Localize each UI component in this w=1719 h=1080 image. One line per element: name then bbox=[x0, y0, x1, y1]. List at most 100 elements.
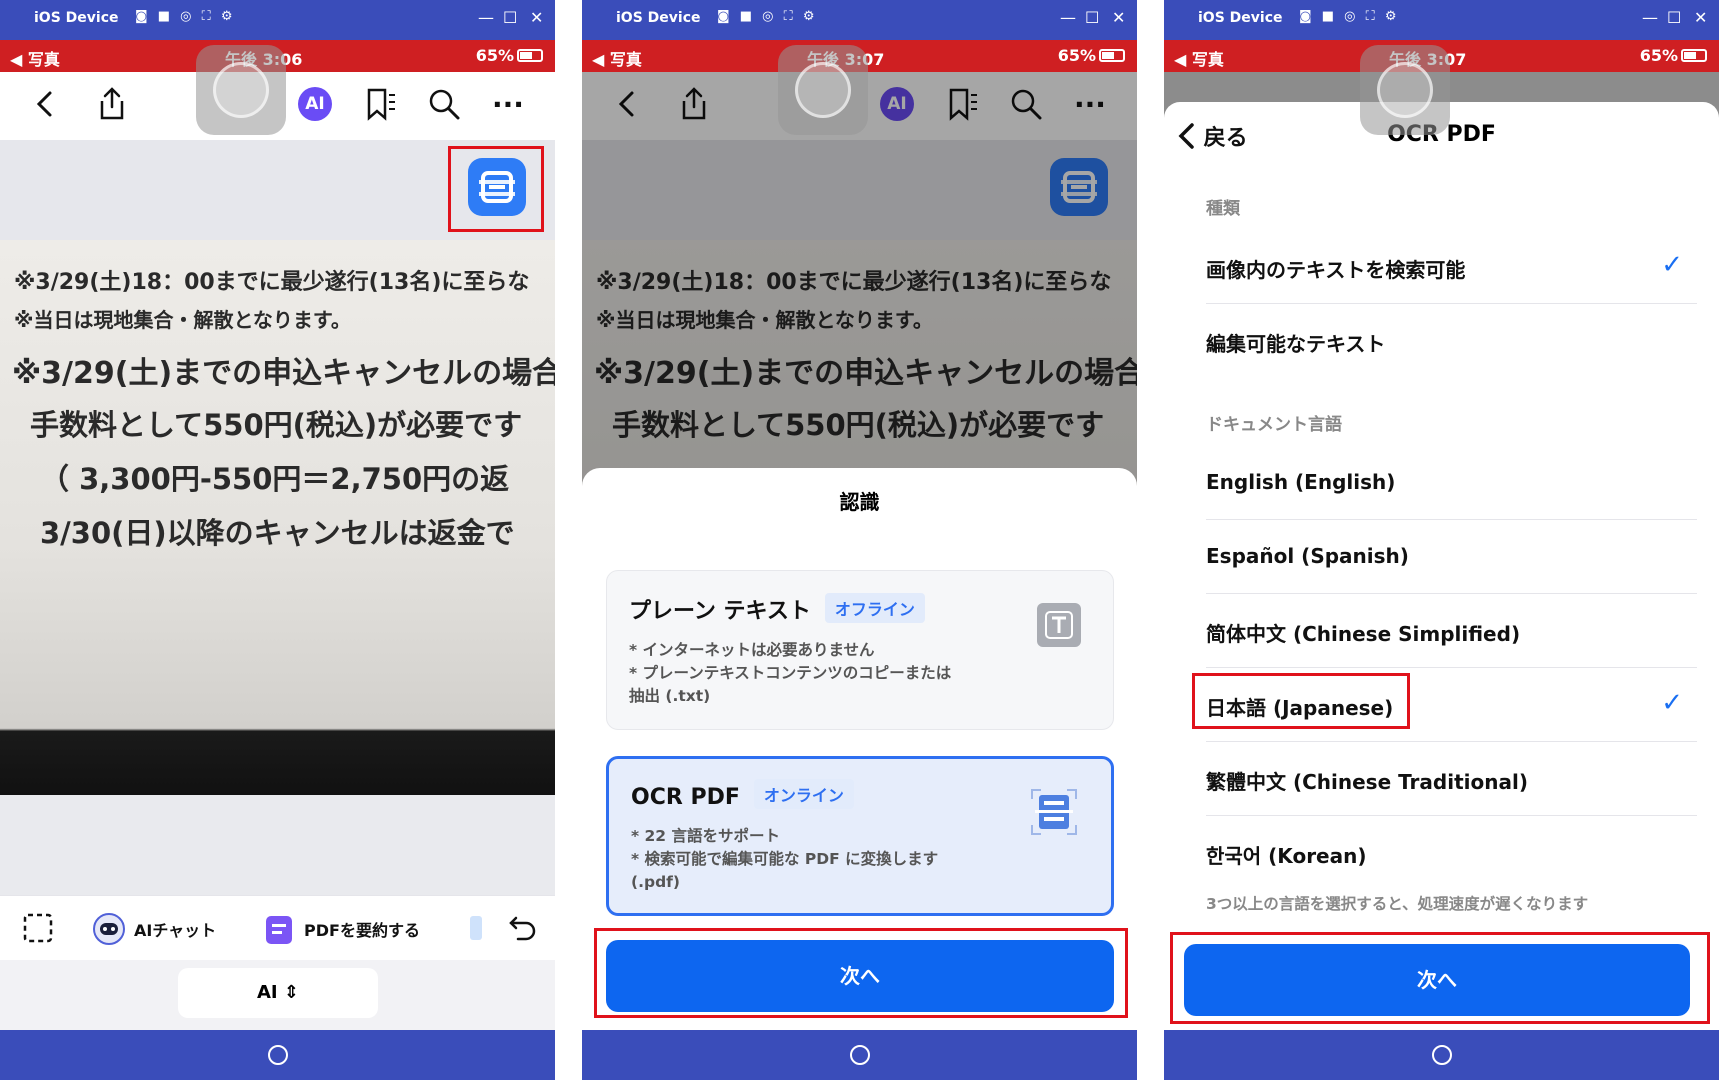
battery-icon bbox=[1099, 49, 1125, 62]
bottom-tools-bar: AIチャット PDFを要約する bbox=[0, 895, 555, 960]
home-button-icon[interactable] bbox=[1431, 1045, 1452, 1065]
ai-mode-switch[interactable]: AI ⇕ bbox=[178, 968, 378, 1018]
battery-indicator: 65% bbox=[476, 46, 543, 65]
type-option-searchable[interactable]: 画像内のテキストを検索可能 ✓ bbox=[1206, 230, 1697, 304]
type-option-label: 編集可能なテキスト bbox=[1206, 332, 1386, 356]
phone-panel-recognition-sheet: iOS Device ◙ ■ ◎ ⛶ ⚙ — ☐ ✕ ◀ 写真 午後 3:07 … bbox=[582, 0, 1137, 1080]
language-label: Español (Spanish) bbox=[1206, 544, 1409, 568]
search-icon[interactable] bbox=[422, 82, 466, 126]
language-option-spanish[interactable]: Español (Spanish) bbox=[1206, 520, 1697, 594]
highlight-next-button bbox=[1170, 932, 1710, 1024]
more-tools-icon[interactable] bbox=[466, 912, 486, 944]
language-option-korean[interactable]: 한국어 (Korean) bbox=[1206, 816, 1697, 890]
assistive-touch-icon bbox=[213, 62, 269, 118]
summarize-label: PDFを要約する bbox=[304, 921, 420, 940]
assistive-touch-icon bbox=[1377, 62, 1433, 118]
ocr-pdf-option[interactable]: OCR PDF オンライン * 22 言語をサポート * 検索可能で編集可能な PD… bbox=[606, 756, 1114, 916]
scanned-document-page: ※3/29(土)18：00までに最少遂行(13名)に至らな ※当日は現地集合・解… bbox=[0, 240, 555, 795]
close-icon[interactable]: ✕ bbox=[530, 8, 543, 27]
close-icon[interactable]: ✕ bbox=[1112, 8, 1125, 27]
ai-chat-button[interactable]: AIチャット bbox=[92, 912, 216, 946]
maximize-icon[interactable]: ☐ bbox=[1085, 8, 1099, 27]
back-to-app[interactable]: ◀ 写真 bbox=[10, 46, 60, 70]
maximize-icon[interactable]: ☐ bbox=[503, 8, 517, 27]
assistive-touch-button[interactable] bbox=[778, 45, 868, 135]
doc-line-1: ※3/29(土)18：00までに最少遂行(13名)に至らな bbox=[14, 270, 530, 295]
assistive-touch-button[interactable] bbox=[1360, 45, 1450, 135]
plain-text-option[interactable]: プレーン テキスト オフライン * インターネットは必要ありません * プレーンテキ… bbox=[606, 570, 1114, 730]
device-home-bar bbox=[582, 1030, 1137, 1080]
assistive-touch-button[interactable] bbox=[196, 45, 286, 135]
battery-indicator: 65% bbox=[1058, 46, 1125, 65]
highlight-ocr-button bbox=[448, 146, 544, 232]
language-section-header: ドキュメント言語 bbox=[1206, 415, 1342, 435]
ocr-document-icon bbox=[1029, 787, 1079, 837]
back-icon[interactable] bbox=[24, 82, 68, 126]
more-menu-icon[interactable]: ··· bbox=[486, 82, 530, 126]
device-home-bar bbox=[1164, 1030, 1719, 1080]
phone-panel-document: iOS Device ◙ ■ ◎ ⛶ ⚙ — ☐ ✕ ◀ 写真 午後 3:06 … bbox=[0, 0, 555, 1080]
device-window-bar: iOS Device ◙ ■ ◎ ⛶ ⚙ — ☐ ✕ bbox=[1164, 0, 1719, 40]
language-option-chinese-traditional[interactable]: 繁體中文 (Chinese Traditional) bbox=[1206, 742, 1697, 816]
text-format-icon bbox=[1037, 603, 1081, 647]
doc-line-4: 手数料として550円(税込)が必要です bbox=[30, 408, 523, 442]
battery-indicator: 65% bbox=[1640, 46, 1707, 65]
minimize-icon[interactable]: — bbox=[1642, 8, 1658, 27]
ocr-pdf-title: OCR PDF オンライン bbox=[631, 779, 854, 810]
doc-line-2: ※当日は現地集合・解散となります。 bbox=[14, 308, 351, 332]
back-to-app[interactable]: ◀ 写真 bbox=[592, 46, 642, 70]
plain-text-title: プレーン テキスト オフライン bbox=[629, 593, 925, 625]
minimize-icon[interactable]: — bbox=[478, 8, 494, 27]
language-label: English (English) bbox=[1206, 470, 1396, 494]
language-label: 简体中文 (Chinese Simplified) bbox=[1206, 622, 1521, 646]
up-down-chevron-icon: ⇕ bbox=[283, 982, 299, 1003]
type-option-label: 画像内のテキストを検索可能 bbox=[1206, 258, 1466, 282]
device-toolbar-icons[interactable]: ◙ ■ ◎ ⛶ ⚙ bbox=[717, 9, 818, 24]
type-option-editable[interactable]: 編集可能なテキスト bbox=[1206, 304, 1697, 378]
back-to-app[interactable]: ◀ 写真 bbox=[1174, 46, 1224, 70]
ai-icon: AI bbox=[298, 87, 332, 121]
phone-panel-ocr-settings: iOS Device ◙ ■ ◎ ⛶ ⚙ — ☐ ✕ ◀ 写真 午後 3:07 … bbox=[1164, 0, 1719, 1080]
device-toolbar-icons[interactable]: ◙ ■ ◎ ⛶ ⚙ bbox=[1299, 9, 1400, 24]
highlight-japanese-option bbox=[1192, 673, 1410, 729]
checkmark-icon: ✓ bbox=[1661, 688, 1683, 718]
device-name: iOS Device bbox=[34, 10, 119, 26]
maximize-icon[interactable]: ☐ bbox=[1667, 8, 1681, 27]
doc-line-5: （ 3,300円-550円＝2,750円の返 bbox=[40, 462, 510, 496]
summarize-icon bbox=[266, 916, 292, 944]
device-name: iOS Device bbox=[1198, 10, 1283, 26]
bookmark-icon[interactable] bbox=[358, 82, 402, 126]
share-icon[interactable] bbox=[90, 82, 134, 126]
home-button-icon[interactable] bbox=[849, 1045, 870, 1065]
highlight-next-button bbox=[594, 928, 1128, 1018]
language-option-english[interactable]: English (English) bbox=[1206, 446, 1697, 520]
device-window-bar: iOS Device ◙ ■ ◎ ⛶ ⚙ — ☐ ✕ bbox=[0, 0, 555, 40]
sheet-title: 認識 bbox=[839, 490, 880, 514]
checkmark-icon: ✓ bbox=[1661, 250, 1683, 280]
device-window-bar: iOS Device ◙ ■ ◎ ⛶ ⚙ — ☐ ✕ bbox=[582, 0, 1137, 40]
device-name: iOS Device bbox=[616, 10, 701, 26]
ai-chat-label: AIチャット bbox=[134, 921, 217, 940]
language-speed-note: 3つ以上の言語を選択すると、処理速度が遅くなります bbox=[1206, 895, 1589, 913]
summarize-pdf-button[interactable]: PDFを要約する bbox=[264, 912, 420, 946]
minimize-icon[interactable]: — bbox=[1060, 8, 1076, 27]
device-home-bar bbox=[0, 1030, 555, 1080]
plain-text-description: * インターネットは必要ありません * プレーンテキストコンテンツのコピーまたは抽… bbox=[629, 641, 952, 705]
page-background bbox=[0, 795, 555, 895]
close-icon[interactable]: ✕ bbox=[1694, 8, 1707, 27]
ai-chat-icon bbox=[93, 913, 125, 945]
language-option-chinese-simplified[interactable]: 简体中文 (Chinese Simplified) bbox=[1206, 594, 1697, 668]
doc-line-3: ※3/29(土)までの申込キャンセルの場合 bbox=[12, 356, 555, 391]
offline-badge: オフライン bbox=[824, 593, 925, 623]
device-toolbar-icons[interactable]: ◙ ■ ◎ ⛶ ⚙ bbox=[135, 9, 236, 24]
online-badge: オンライン bbox=[753, 779, 854, 809]
ai-assistant-button[interactable]: AI bbox=[293, 82, 337, 126]
battery-icon bbox=[1681, 49, 1707, 62]
undo-icon[interactable] bbox=[508, 912, 538, 942]
type-section-header: 種類 bbox=[1206, 199, 1240, 219]
battery-icon bbox=[517, 49, 543, 62]
select-area-icon[interactable] bbox=[22, 912, 54, 944]
mode-switch-area: AI ⇕ bbox=[0, 960, 555, 1030]
assistive-touch-icon bbox=[795, 62, 851, 118]
home-button-icon[interactable] bbox=[267, 1045, 288, 1065]
